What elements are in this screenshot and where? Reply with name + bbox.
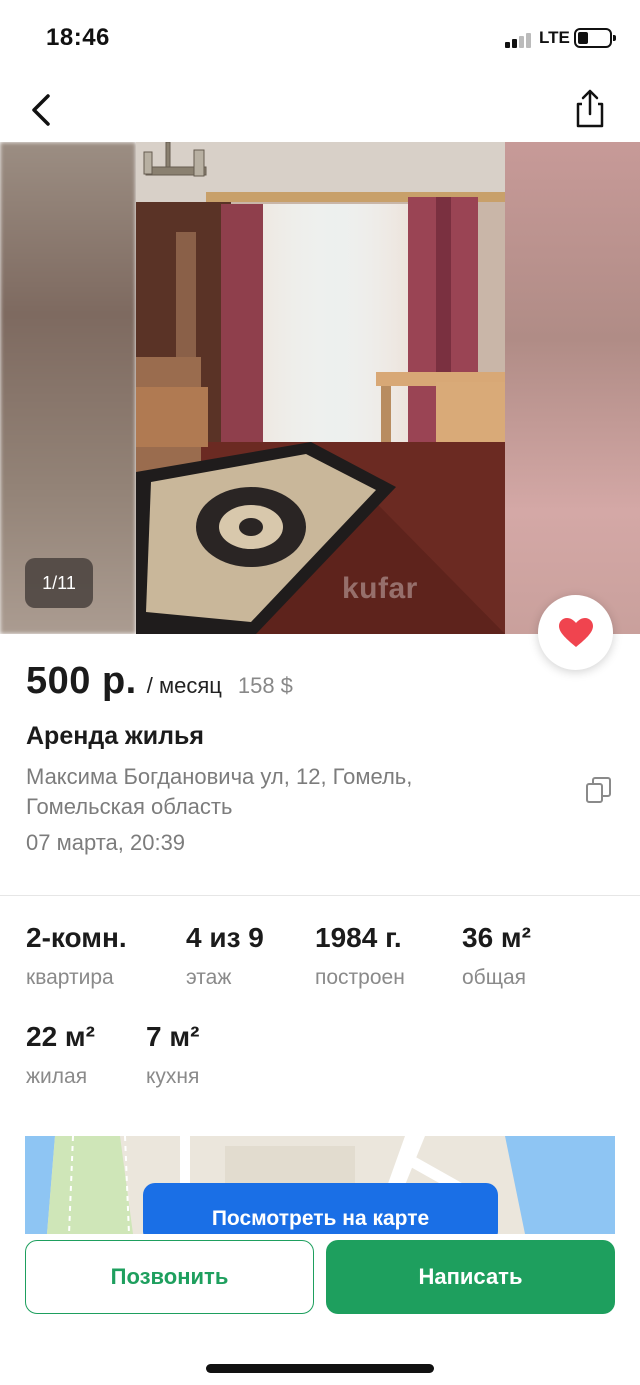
price-row: 500 р. / месяц 158 $ <box>26 660 293 710</box>
chevron-left-icon <box>32 94 50 126</box>
param-value: 7 м² <box>146 1021 200 1052</box>
param-value: 4 из 9 <box>186 922 264 953</box>
photo-gallery[interactable]: 1/11 kufar <box>0 142 640 634</box>
watermark-logo: kufar <box>342 572 418 605</box>
call-button[interactable]: Позвонить <box>25 1240 314 1314</box>
back-button[interactable] <box>22 88 62 132</box>
param-label: квартира <box>26 966 114 989</box>
status-time: 18:46 <box>46 24 110 51</box>
gallery-blur-right <box>505 142 640 634</box>
battery-icon <box>574 28 616 48</box>
address: Максима Богдановича ул, 12, Гомель, Гоме… <box>26 764 413 819</box>
home-indicator[interactable] <box>206 1364 434 1373</box>
nav-bar <box>0 80 640 142</box>
view-on-map-button[interactable]: Посмотреть на карте <box>143 1183 498 1234</box>
divider <box>0 895 640 896</box>
price-usd: 158 $ <box>237 673 293 698</box>
param-label: общая <box>462 966 527 989</box>
copy-address-button[interactable] <box>584 775 614 805</box>
signal-icon <box>505 32 533 48</box>
param-value: 1984 г. <box>315 922 402 953</box>
copy-icon <box>586 777 611 803</box>
listing-title: Аренда жилья <box>26 722 204 750</box>
param-living-area: 22 м² жилая <box>26 1021 95 1089</box>
posted-date: 07 марта, 20:39 <box>26 830 186 855</box>
bottom-action-bar: Позвонить Написать <box>0 1234 640 1385</box>
network-type: LTE <box>539 28 570 47</box>
param-label: этаж <box>186 966 232 989</box>
heart-icon <box>558 617 593 647</box>
write-button[interactable]: Написать <box>326 1240 615 1314</box>
param-label: кухня <box>146 1065 200 1088</box>
param-total-area: 36 м² общая <box>462 922 531 990</box>
param-label: построен <box>315 966 405 989</box>
listing-photo[interactable] <box>136 142 505 634</box>
param-label: жилая <box>26 1065 88 1088</box>
share-button[interactable] <box>568 86 612 132</box>
param-kitchen-area: 7 м² кухня <box>146 1021 199 1089</box>
param-floor: 4 из 9 этаж <box>186 922 264 990</box>
favorite-button[interactable] <box>538 595 613 670</box>
share-icon <box>576 89 604 128</box>
param-value: 2-комн. <box>26 922 127 953</box>
param-rooms: 2-комн. квартира <box>26 922 127 990</box>
photo-counter: 1/11 <box>25 558 93 608</box>
param-built: 1984 г. построен <box>315 922 405 990</box>
map-preview[interactable]: Посмотреть на карте <box>25 1136 615 1234</box>
price-period: / месяц <box>146 673 222 698</box>
param-value: 22 м² <box>26 1021 95 1052</box>
price: 500 р. <box>26 660 137 702</box>
status-bar: 18:46 LTE <box>0 0 640 80</box>
param-value: 36 м² <box>462 922 531 953</box>
